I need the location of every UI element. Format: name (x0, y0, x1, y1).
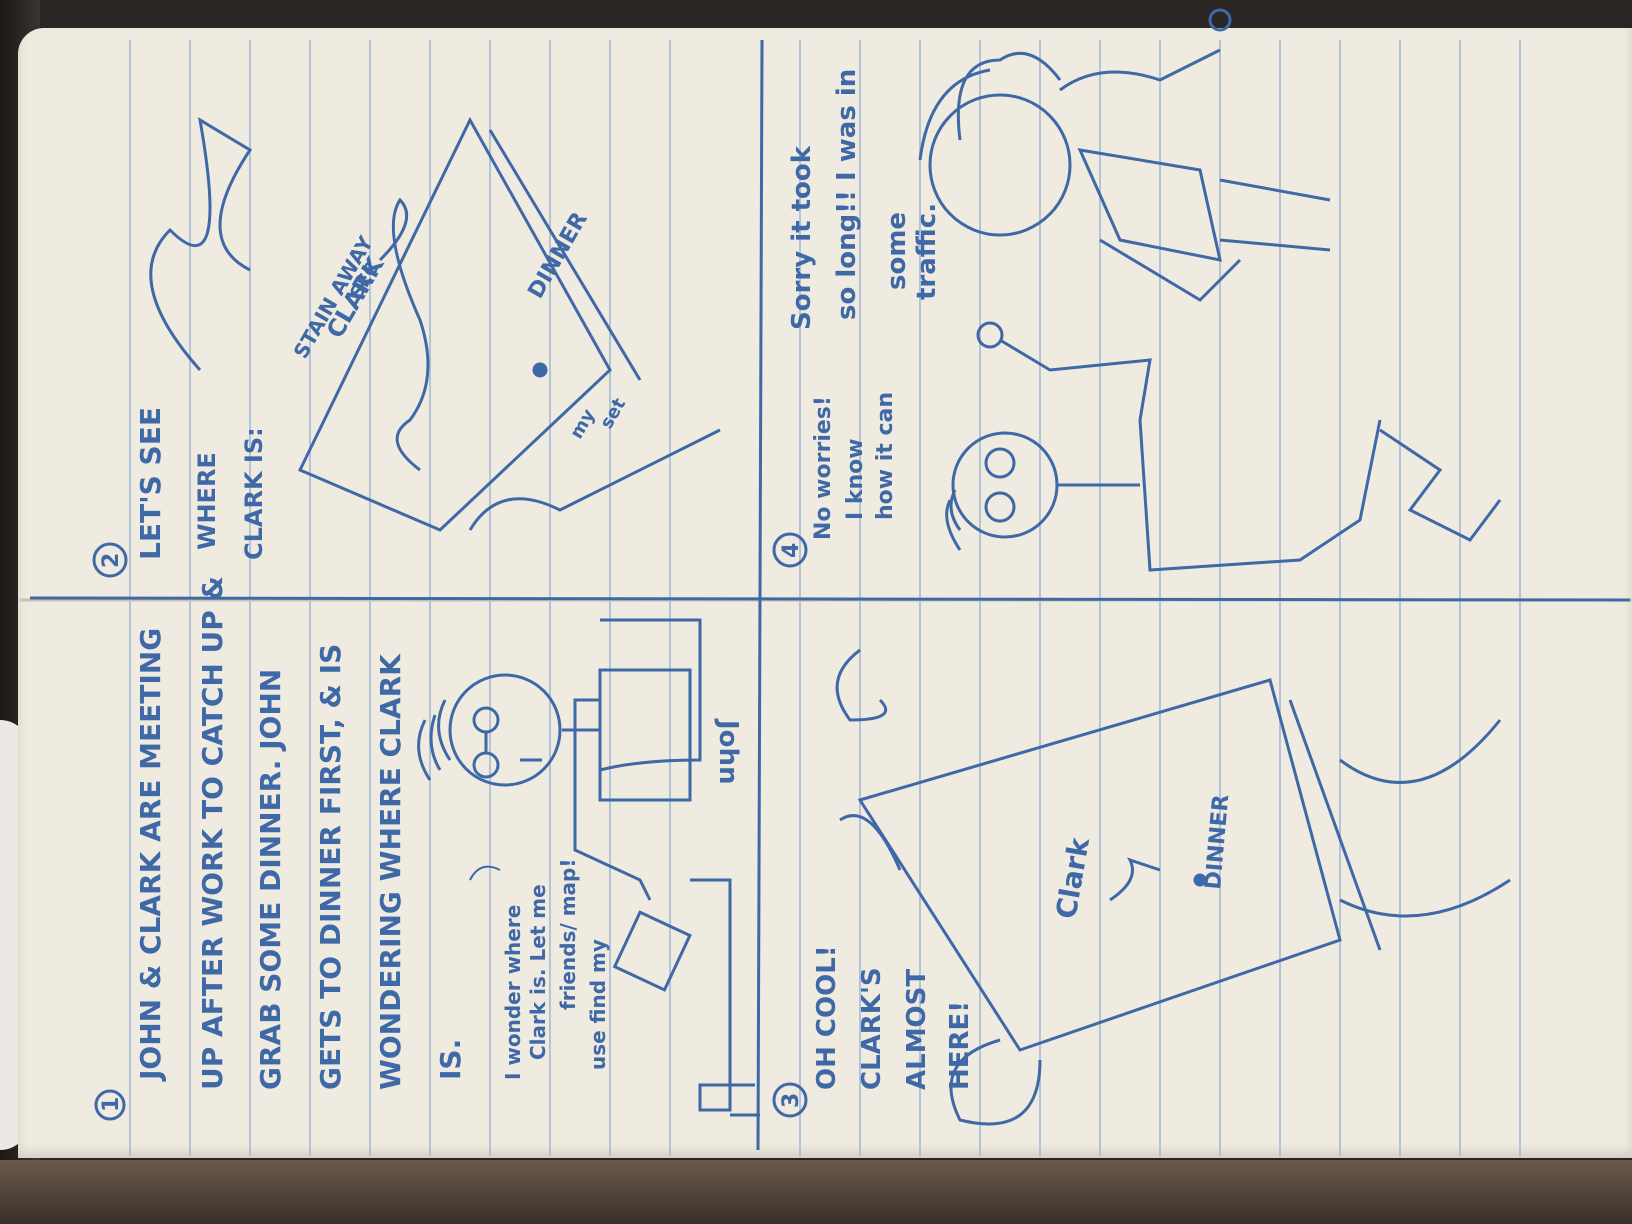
panel-4-characters (918, 8, 1502, 572)
map-label-my: my (566, 405, 600, 442)
hand-left (149, 117, 253, 371)
john-speech-line-3: how it can (873, 392, 898, 520)
clark-legs (1219, 178, 1331, 252)
panel-2-number: 2 (99, 553, 124, 568)
panel-3-number: 3 (779, 1093, 804, 1108)
john-head (448, 673, 562, 787)
clark-speech-line-3: some (882, 212, 912, 290)
panel-1: 1 JOHN & CLARK ARE MEETING UP AFTER WORK… (94, 576, 760, 1121)
panel-3-caption-line-1: OH COOL! (812, 945, 842, 1090)
route-path-2 (1109, 857, 1161, 902)
hand-right-2 (1339, 719, 1511, 918)
route-path (378, 197, 430, 472)
panel-2-caption-line-3: CLARK IS: (240, 427, 268, 560)
panel-1-caption-line-3: GRAB SOME DINNER. JOHN (254, 669, 287, 1090)
thought-line-3: use find my (586, 939, 610, 1070)
clark-arm (1059, 48, 1221, 92)
clark-speech-line-1: Sorry it took (787, 145, 817, 330)
panel-3-phone-map (835, 648, 1511, 1126)
map-label-dinner-2: DINNER (1201, 793, 1234, 890)
panel-2-phone-map (149, 116, 721, 532)
clark-head (928, 93, 1072, 237)
thought-line-2: Clark is. Let me (526, 884, 550, 1060)
john-arm-wave (999, 338, 1152, 421)
panel-4: 4 No worries! I know how it can Sorry it… (772, 8, 1502, 572)
map-label-dinner: DINNER (524, 208, 593, 303)
panel-2-caption-line-2: WHERE (193, 452, 221, 550)
panel-1-caption-line-1: JOHN & CLARK ARE MEETING (134, 628, 167, 1082)
john-body-2 (1138, 419, 1382, 572)
john-body (598, 668, 692, 802)
panel-3-caption-line-3: ALMOST (902, 969, 932, 1090)
panel-4-number: 4 (779, 543, 804, 558)
john-legs-2 (1379, 428, 1502, 542)
panel-1-number: 1 (99, 1097, 124, 1112)
panel-1-caption-line-4: GETS TO DINNER FIRST, & IS (314, 644, 347, 1090)
panel-2: 2 LET'S SEE WHERE CLARK IS: STAIN AWAY C… (92, 116, 721, 578)
panel-1-caption-line-2: UP AFTER WORK TO CATCH UP & (196, 576, 229, 1090)
panel-2-caption-line-1: LET'S SEE (134, 407, 167, 560)
thought-line-4: friends/ map! (556, 859, 580, 1010)
john-speech-line-2: I know (843, 438, 868, 520)
map-label-clark-2: Clark (1049, 834, 1096, 921)
john-speech-line-1: No worries! (811, 396, 836, 540)
hand-left-2 (835, 648, 902, 871)
hand-right (468, 428, 721, 531)
panel-1-caption-line-6: IS. (434, 1039, 467, 1080)
panel-1-caption-line-5: WONDERING WHERE CLARK (374, 653, 407, 1090)
clark-speech-line-2: so long!! I was in (832, 69, 862, 320)
clark-speech-line-4: traffic. (912, 203, 942, 300)
map-label-set: set (596, 394, 630, 432)
panel-3-caption-line-4: HERE! (945, 1001, 975, 1090)
phone (612, 910, 692, 992)
thought-line-1: I wonder where (501, 905, 525, 1080)
panel-3-caption-line-2: CLARK'S (857, 967, 887, 1090)
storyboard-sketch: 1 JOHN & CLARK ARE MEETING UP AFTER WORK… (20, 8, 1632, 1156)
john-arm-right (599, 618, 702, 772)
desk-edge (690, 878, 755, 1112)
john-label: John (713, 718, 743, 785)
